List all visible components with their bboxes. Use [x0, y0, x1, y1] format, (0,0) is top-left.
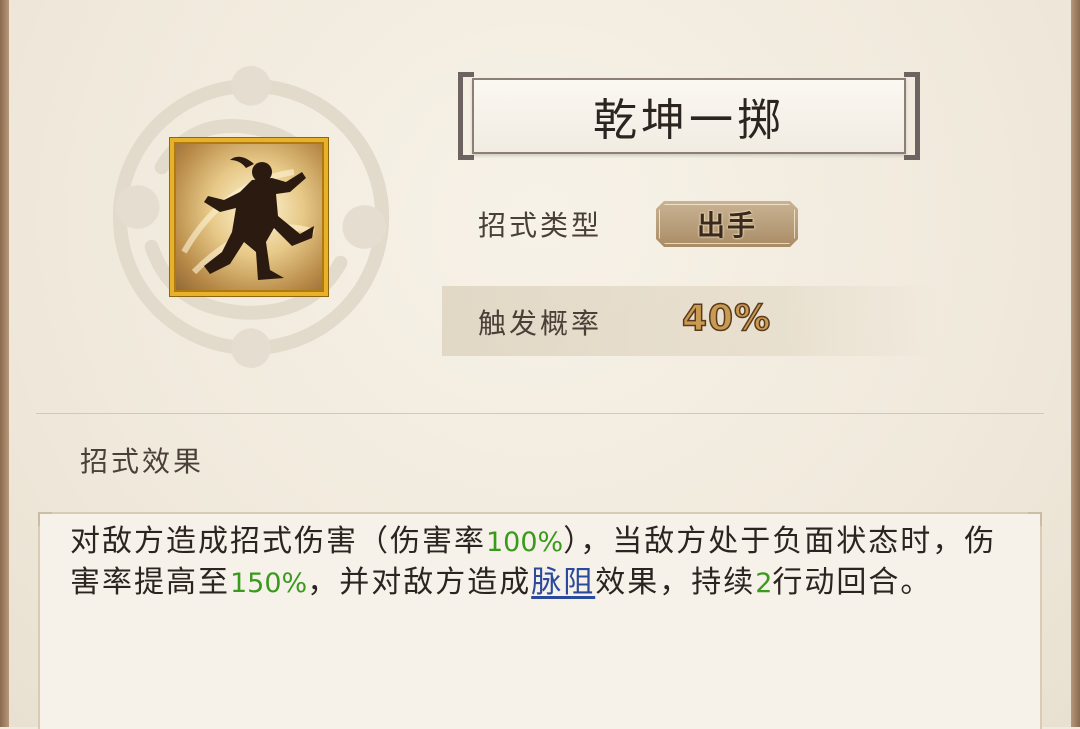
duration-value: 2: [755, 568, 773, 599]
title-plate-background: 乾坤一掷: [472, 78, 906, 154]
damage-rate-value: 100%: [486, 527, 564, 558]
skill-type-badge: 出手: [656, 201, 798, 247]
bracket-right-decoration: [904, 72, 920, 160]
corner-decoration-top-right: [1028, 512, 1042, 526]
corner-decoration-top-left: [38, 512, 52, 526]
effect-text-part: ，并对敌方造成: [307, 565, 532, 600]
trigger-probability-value: 40%: [681, 297, 772, 340]
skill-type-label: 招式类型: [478, 209, 603, 242]
effect-section-title: 招式效果: [80, 445, 205, 478]
effect-description: 对敌方造成招式伤害（伤害率100%），当敌方处于负面状态时，伤害率提高至150%…: [70, 522, 1020, 604]
frame-left-border: [0, 0, 9, 727]
status-effect-link[interactable]: 脉阻: [531, 565, 595, 600]
effect-text-part: 效果，持续: [595, 565, 756, 600]
skill-name: 乾坤一掷: [593, 95, 785, 146]
effect-text-part: 对敌方造成招式伤害（伤害率: [70, 524, 486, 559]
skill-name-plate: 乾坤一掷: [458, 72, 920, 160]
frame-right-border: [1071, 0, 1080, 727]
silhouette-martial-artist-icon: [181, 156, 315, 280]
section-divider: [36, 413, 1044, 414]
skill-type-value: 出手: [696, 209, 757, 242]
effect-description-box: 对敌方造成招式伤害（伤害率100%），当敌方处于负面状态时，伤害率提高至150%…: [38, 512, 1042, 729]
effect-text-part: 行动回合。: [772, 565, 933, 600]
skill-icon[interactable]: [170, 138, 328, 296]
boosted-damage-rate-value: 150%: [230, 568, 308, 599]
trigger-probability-label: 触发概率: [478, 307, 603, 340]
